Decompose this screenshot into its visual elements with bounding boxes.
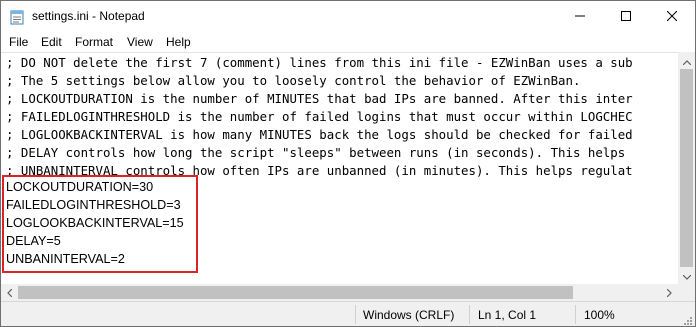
scroll-left-button[interactable]: [1, 284, 18, 301]
status-zoom: 100%: [584, 308, 615, 322]
comment-line: ; FAILEDLOGINTHRESHOLD is the number of …: [6, 109, 633, 124]
settings-highlight-box: [2, 175, 198, 273]
menu-help[interactable]: Help: [166, 35, 191, 49]
horizontal-scrollbar[interactable]: [1, 284, 678, 301]
comment-line: ; DELAY controls how long the script "sl…: [6, 145, 626, 160]
status-divider: [355, 305, 356, 324]
status-bar: Windows (CRLF) Ln 1, Col 1 100%: [1, 301, 695, 326]
text-editor[interactable]: ; DO NOT delete the first 7 (comment) li…: [1, 52, 678, 284]
title-bar[interactable]: settings.ini - Notepad: [1, 1, 695, 32]
maximize-icon: [621, 8, 631, 26]
status-divider: [469, 305, 470, 324]
menu-bar: File Edit Format View Help: [1, 32, 695, 52]
menu-view[interactable]: View: [127, 35, 153, 49]
chevron-up-icon: [682, 52, 691, 70]
menu-file[interactable]: File: [9, 35, 28, 49]
close-button[interactable]: [649, 1, 695, 32]
comment-line: ; LOCKOUTDURATION is the number of MINUT…: [6, 91, 633, 106]
close-icon: [666, 8, 678, 26]
scroll-right-button[interactable]: [661, 284, 678, 301]
minimize-icon: [575, 8, 585, 26]
status-divider: [575, 305, 576, 324]
status-cursor-position: Ln 1, Col 1: [478, 308, 537, 322]
menu-edit[interactable]: Edit: [41, 35, 62, 49]
chevron-down-icon: [682, 267, 691, 285]
notepad-window: settings.ini - Notepad File Edit Format …: [0, 0, 696, 327]
resize-grip-icon[interactable]: [681, 313, 693, 325]
notepad-icon: [10, 9, 24, 25]
vertical-scroll-thumb[interactable]: [680, 69, 693, 267]
vertical-scrollbar[interactable]: [678, 52, 695, 284]
minimize-button[interactable]: [557, 1, 603, 32]
comment-line: ; DO NOT delete the first 7 (comment) li…: [6, 55, 633, 70]
comment-line: ; The 5 settings below allow you to loos…: [6, 73, 581, 88]
status-encoding: Windows (CRLF): [363, 308, 455, 322]
chevron-right-icon: [666, 284, 672, 302]
chevron-left-icon: [7, 284, 13, 302]
scroll-up-button[interactable]: [678, 52, 695, 69]
window-title: settings.ini - Notepad: [32, 9, 145, 23]
comment-line: ; LOGLOOKBACKINTERVAL is how many MINUTE…: [6, 127, 633, 142]
scroll-down-button[interactable]: [678, 267, 695, 284]
maximize-button[interactable]: [603, 1, 649, 32]
horizontal-scroll-thumb[interactable]: [18, 286, 573, 299]
menu-format[interactable]: Format: [75, 35, 113, 49]
scrollbar-corner: [678, 284, 695, 301]
